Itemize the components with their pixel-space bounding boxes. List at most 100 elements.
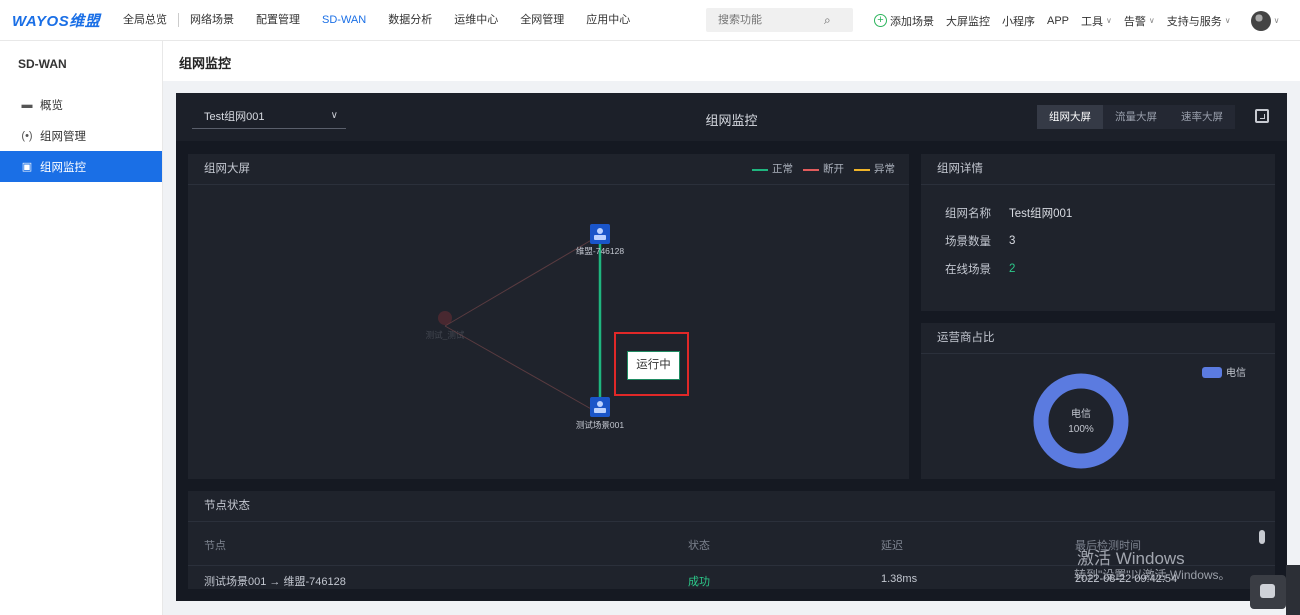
sidebar-item-network-mgmt[interactable]: (•) 组网管理	[0, 120, 162, 151]
cell-latency: 1.38ms	[881, 573, 918, 585]
alarm-label: 告警	[1123, 15, 1146, 28]
sidebar-item-label: 概览	[40, 99, 63, 112]
cell-node: 测试场景001 → 维盟-746128	[204, 576, 346, 588]
legend-label: 异常	[874, 163, 895, 175]
add-scene-label: 添加场景	[890, 15, 934, 28]
tab-traffic-screen[interactable]: 流量大屏	[1103, 105, 1169, 129]
donut-center-label: 电信	[1071, 407, 1091, 420]
detail-value: Test组网001	[1009, 208, 1073, 220]
node-status-title: 节点状态	[188, 491, 1275, 522]
tools-menu[interactable]: 工具 ∨	[1075, 13, 1118, 29]
sidebar-item-overview[interactable]: ▬ 概览	[0, 89, 162, 120]
wayos-logo[interactable]: WAYOS维盟	[12, 10, 112, 31]
carrier-title: 运营商占比	[921, 323, 1275, 354]
cell-status: 成功	[688, 576, 710, 588]
status-label: 运行中	[627, 351, 680, 380]
legend-line	[803, 168, 819, 171]
sidebar-item-label: 组网监控	[40, 161, 86, 174]
windows-watermark-text: 转到"设置"以激活 Windows。	[1074, 568, 1231, 582]
detail-row: 在线场景 2	[945, 255, 1275, 283]
alarm-menu[interactable]: 告警 ∨	[1118, 13, 1161, 29]
node-label: 测试_测试	[426, 330, 465, 340]
nav-ops[interactable]: 运维中心	[443, 0, 509, 41]
legend-disconnected: 断开	[803, 154, 844, 185]
board-header: Test组网001 ∨ 组网监控 组网大屏 流量大屏 速率大屏	[176, 93, 1287, 141]
topology-title-text: 组网大屏	[204, 163, 250, 175]
node-label: 测试场景001	[576, 420, 624, 430]
right-nav: + 添加场景 大屏监控 小程序 APP 工具 ∨ 告警 ∨ 支持与服务 ∨ ∨	[868, 0, 1285, 41]
topology-legend: 正常 断开 异常	[742, 154, 895, 185]
nav-analysis[interactable]: 数据分析	[377, 0, 443, 41]
support-label: 支持与服务	[1166, 15, 1222, 28]
detail-row: 场景数量 3	[945, 227, 1275, 255]
app-link[interactable]: APP	[1041, 15, 1075, 27]
carrier-panel: 运营商占比 电信 电信 100%	[921, 323, 1275, 479]
screen-icon: ▣	[21, 161, 33, 173]
chevron-down-icon: ∨	[1224, 16, 1231, 25]
avatar	[1250, 10, 1271, 31]
legend-swatch	[1202, 367, 1222, 378]
sidebar: SD-WAN ▬ 概览 (•) 组网管理 ▣ 组网监控	[0, 41, 163, 615]
topology-panel: 组网大屏 正常 断开 异常 维盟-746128 测试_测试 测试场景001 运行…	[188, 154, 909, 479]
nav-config[interactable]: 配置管理	[245, 0, 311, 41]
link-line	[444, 325, 601, 415]
status-highlight: 运行中	[614, 332, 689, 396]
legend-line	[752, 168, 768, 171]
search-icon[interactable]: ⌕	[824, 13, 831, 28]
nav-network-mgmt[interactable]: 全网管理	[509, 0, 575, 41]
plus-circle-icon: +	[874, 14, 887, 27]
top-nav-bar: WAYOS维盟 全局总览 网络场景 配置管理 SD-WAN 数据分析 运维中心 …	[0, 0, 1300, 41]
detail-key: 组网名称	[945, 208, 991, 220]
search-input[interactable]	[706, 14, 824, 26]
tools-label: 工具	[1081, 15, 1104, 28]
monitor-icon: ▬	[21, 98, 33, 111]
carrier-legend[interactable]: 电信	[1202, 366, 1246, 379]
scrollbar-thumb[interactable]	[1259, 530, 1265, 544]
router-node[interactable]: 测试场景001	[576, 397, 624, 430]
carrier-donut-chart: 电信 电信 100%	[1033, 366, 1246, 469]
nav-overview[interactable]: 全局总览	[112, 0, 178, 41]
chevron-down-icon: ∨	[1273, 16, 1280, 25]
col-latency: 延迟	[881, 540, 903, 552]
nav-scenes[interactable]: 网络场景	[179, 0, 245, 41]
sidebar-title: SD-WAN	[18, 57, 67, 71]
legend-line	[854, 168, 870, 171]
side-handle[interactable]	[1286, 565, 1300, 615]
broadcast-icon: (•)	[21, 129, 33, 142]
node-label: 维盟-746128	[576, 246, 624, 256]
page-title: 组网监控	[179, 56, 232, 71]
big-screen-link[interactable]: 大屏监控	[940, 13, 996, 29]
nav-sdwan[interactable]: SD-WAN	[311, 0, 377, 41]
detail-row: 组网名称 Test组网001	[945, 199, 1275, 227]
user-menu[interactable]: ∨	[1237, 10, 1286, 31]
network-detail-panel: 组网详情 组网名称 Test组网001 场景数量 3 在线场景 2	[921, 154, 1275, 311]
router-node[interactable]: 维盟-746128	[576, 224, 624, 256]
detail-value: 3	[1009, 235, 1016, 247]
sidebar-item-label: 组网管理	[40, 130, 86, 143]
topology-graph: 维盟-746128 测试_测试 测试场景001	[426, 224, 624, 430]
legend-label: 电信	[1226, 366, 1246, 379]
fullscreen-icon[interactable]	[1255, 109, 1269, 123]
mini-program-link[interactable]: 小程序	[996, 13, 1041, 29]
col-status: 状态	[688, 540, 710, 552]
tab-network-screen[interactable]: 组网大屏	[1037, 105, 1103, 129]
add-scene-button[interactable]: + 添加场景	[868, 13, 940, 29]
support-menu[interactable]: 支持与服务 ∨	[1161, 13, 1237, 29]
detail-key: 在线场景	[945, 264, 991, 276]
topology-title: 组网大屏 正常 断开 异常	[188, 154, 909, 185]
tab-rate-screen[interactable]: 速率大屏	[1169, 105, 1235, 129]
legend-label: 正常	[772, 163, 793, 175]
chevron-down-icon: ∨	[1106, 16, 1112, 25]
monitor-board: Test组网001 ∨ 组网监控 组网大屏 流量大屏 速率大屏 组网大屏 正常 …	[176, 93, 1287, 601]
legend-abnormal: 异常	[854, 154, 895, 185]
nav-apps[interactable]: 应用中心	[575, 0, 641, 41]
donut-center-value: 100%	[1068, 424, 1094, 435]
detail-key: 场景数量	[945, 236, 991, 248]
search-box: ⌕	[706, 8, 853, 32]
donut-slice	[1033, 373, 1129, 469]
page-header: 组网监控	[163, 41, 1300, 81]
col-node: 节点	[204, 540, 226, 552]
sidebar-item-network-monitor[interactable]: ▣ 组网监控	[0, 151, 162, 182]
chat-icon[interactable]	[1250, 575, 1286, 609]
legend-label: 断开	[823, 163, 844, 175]
